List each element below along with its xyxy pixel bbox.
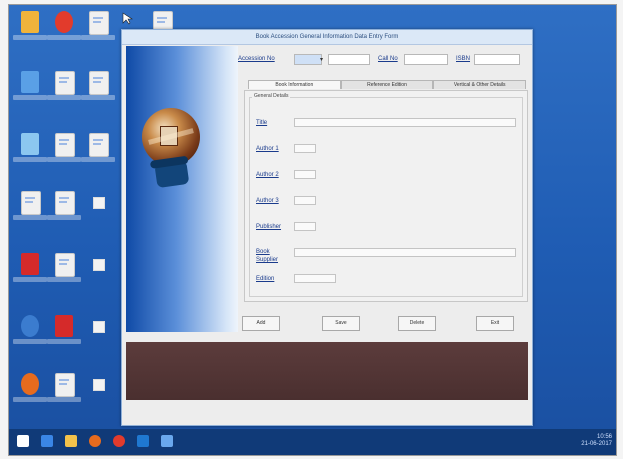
group-title: General Details [252, 93, 291, 99]
tray-date: 21-06-2017 [581, 441, 612, 447]
book-supplier-label: Book Supplier [256, 249, 279, 263]
call-no-label: Call No [378, 56, 398, 62]
shortcut-icon[interactable] [87, 191, 109, 213]
general-details-group: General Details Title Author 1 Author 2 … [249, 93, 523, 297]
chrome-icon[interactable] [47, 11, 81, 40]
author2-input[interactable] [294, 170, 316, 179]
search-icon[interactable] [41, 435, 53, 447]
title-input[interactable] [294, 118, 516, 127]
telephone-image [154, 161, 190, 189]
window-title: Book Accession General Information Data … [122, 30, 532, 45]
folder-icon[interactable] [65, 435, 77, 447]
accession-extra-input[interactable] [328, 54, 370, 65]
chrome-icon[interactable] [113, 435, 125, 447]
firefox-icon[interactable] [13, 373, 47, 402]
shortcut-icon[interactable] [87, 253, 109, 275]
pdf-icon[interactable] [13, 253, 47, 282]
document-icon[interactable] [81, 71, 115, 100]
system-tray[interactable]: 10:56 21-06-2017 [581, 434, 612, 448]
accession-input[interactable] [294, 54, 322, 65]
isbn-input[interactable] [474, 54, 520, 65]
globe-icon[interactable] [13, 315, 47, 344]
book-supplier-input[interactable] [294, 248, 516, 257]
document-icon[interactable] [47, 191, 81, 220]
tab-book-information[interactable]: Book Information [248, 80, 341, 89]
taskbar: 10:56 21-06-2017 [9, 429, 616, 455]
desktop-icon-recycle[interactable] [13, 133, 47, 162]
book-info-panel: General Details Title Author 1 Author 2 … [244, 90, 528, 302]
author3-input[interactable] [294, 196, 316, 205]
author2-label: Author 2 [256, 172, 279, 178]
edition-label: Edition [256, 276, 275, 282]
document-icon[interactable] [47, 71, 81, 100]
edge-icon[interactable] [137, 435, 149, 447]
document-icon[interactable] [47, 253, 81, 282]
desktop-icon-file[interactable] [13, 191, 47, 220]
firefox-icon[interactable] [89, 435, 101, 447]
pdf-icon[interactable] [47, 315, 81, 344]
splash-image [126, 46, 238, 332]
tray-time: 10:56 [596, 434, 612, 440]
desktop-icon-network[interactable] [13, 71, 47, 100]
tab-vertical-details[interactable]: Vertical & Other Details [433, 80, 527, 89]
document-icon[interactable] [81, 11, 115, 40]
accession-label: Accession No [238, 56, 275, 62]
desktop: Book Accession General Information Data … [8, 4, 617, 456]
author1-input[interactable] [294, 144, 316, 153]
author3-label: Author 3 [256, 198, 279, 204]
footer-band [126, 342, 528, 400]
author1-label: Author 1 [256, 146, 279, 152]
delete-button[interactable]: Delete [398, 316, 436, 331]
document-icon[interactable] [81, 133, 115, 162]
document-icon[interactable] [47, 373, 81, 402]
chevron-down-icon[interactable]: ▾ [320, 56, 323, 63]
shortcut-icon[interactable] [87, 373, 109, 395]
app-window-icon[interactable] [161, 435, 173, 447]
publisher-label: Publisher [256, 224, 282, 230]
save-button[interactable]: Save [322, 316, 360, 331]
edition-input[interactable] [294, 274, 336, 283]
tab-bar: Book Information Reference Edition Verti… [248, 80, 527, 89]
desktop-icon-app[interactable] [13, 11, 47, 40]
isbn-label: ISBN [456, 56, 471, 62]
document-icon[interactable] [47, 133, 81, 162]
publisher-input[interactable] [294, 222, 316, 231]
call-no-input[interactable] [404, 54, 448, 65]
add-button[interactable]: Add [242, 316, 280, 331]
shortcut-icon[interactable] [87, 315, 109, 337]
book-entry-window: Book Accession General Information Data … [121, 29, 533, 426]
title-label: Title [256, 120, 268, 126]
start-icon[interactable] [17, 435, 29, 447]
tab-reference-edition[interactable]: Reference Edition [340, 80, 434, 89]
exit-button[interactable]: Exit [476, 316, 514, 331]
